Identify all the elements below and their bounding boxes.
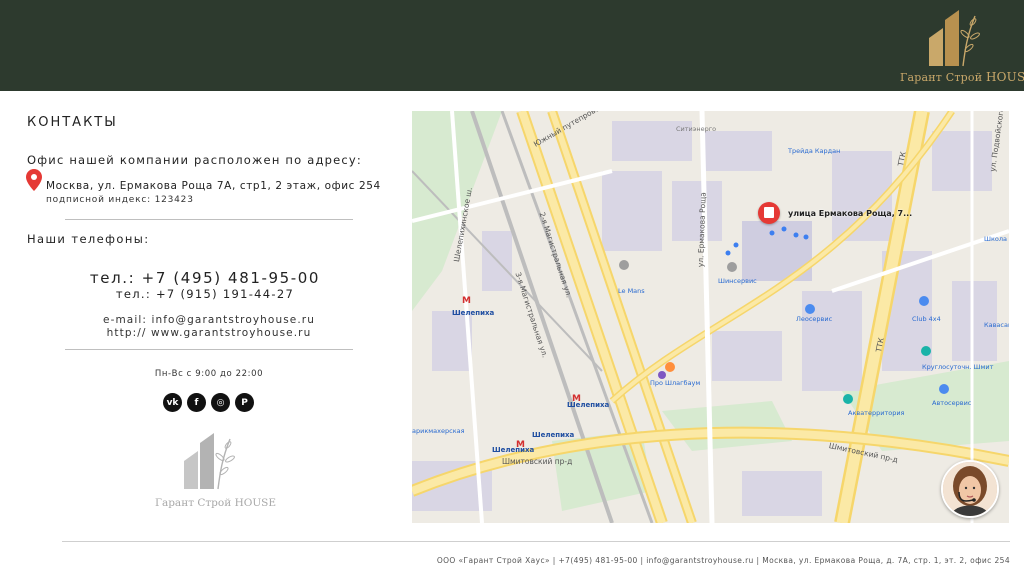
pinterest-icon[interactable]: P [235,393,254,412]
logo-building-icon [184,433,235,490]
consultant-avatar[interactable] [941,460,999,518]
map-metro-label: Шелепиха [532,431,575,439]
header-bar: Гарант Строй HOUSE [0,0,1024,91]
map-metro-label: Шелепиха [452,309,495,317]
map-poi-label: Le Mans [618,287,645,295]
map-poi-label: Шинсервис [718,277,757,285]
map-poi-label: Школа № [984,235,1009,243]
location-map[interactable]: M M M 3-я Магистральная ул. 2-я Магистра… [412,111,1009,523]
company-logo-gray: Гарант Строй HOUSE [155,427,277,517]
location-pin-icon [26,169,42,195]
footer-text: ООО «Гарант Строй Хаус» | +7(495) 481-95… [436,556,1010,565]
map-poi-label: Автосервис [932,399,972,407]
social-links: vk f ◎ P [163,393,254,412]
map-poi-label: Круглосуточн. Шмит [922,363,994,371]
logo-text: Гарант Строй HOUSE [900,70,1024,84]
phones-heading: Наши телефоны: [27,232,150,246]
map-metro-label: Шелепиха [492,446,535,454]
map-poi-label: Кавасаки [984,321,1009,329]
office-address: Москва, ул. Ермакова Роща 7А, стр1, 2 эт… [46,180,381,192]
postal-index: подписной индекс: 123423 [46,195,194,205]
phone-secondary[interactable]: тел.: +7 (915) 191-44-27 [0,287,410,301]
svg-text:M: M [462,296,471,306]
map-poi-label: Про Шлагбаум [650,379,701,387]
company-logo[interactable]: Гарант Строй HOUSE [900,6,1024,88]
map-metro-label: Шелепиха [567,401,610,409]
logo-building-icon [929,10,980,67]
contacts-panel: КОНТАКТЫ Офис нашей компании расположен … [0,91,410,541]
office-map-pin-icon[interactable] [758,202,780,224]
footer-divider [62,541,1010,542]
map-poi-label: Леосервис [796,315,833,323]
map-poi-label: Трейда Кардан [788,147,841,155]
email-link[interactable]: e-mail: info@garantstroyhouse.ru [0,314,418,326]
phone-primary[interactable]: тел.: +7 (495) 481-95-00 [0,269,410,287]
map-poi-label: Club 4x4 [912,315,941,323]
divider [65,349,353,350]
vk-icon[interactable]: vk [163,393,182,412]
instagram-icon[interactable]: ◎ [211,393,230,412]
divider [65,219,353,220]
map-road-label: Шмитовский пр-д [502,457,573,466]
facebook-icon[interactable]: f [187,393,206,412]
logo-text: Гарант Строй HOUSE [155,497,277,509]
office-heading: Офис нашей компании расположен по адресу… [27,153,362,167]
map-poi-label: Акватерритория [848,409,905,417]
website-link[interactable]: http:// www.garantstroyhouse.ru [0,327,418,339]
working-hours: Пн-Вс с 9:00 до 22:00 [154,369,264,379]
page-title: КОНТАКТЫ [27,115,118,130]
map-poi-label: Ситиэнерго [676,125,717,133]
map-poi-label: арикмахерская [412,427,465,435]
map-pin-label[interactable]: улица Ермакова Роща, 7... [788,209,912,218]
